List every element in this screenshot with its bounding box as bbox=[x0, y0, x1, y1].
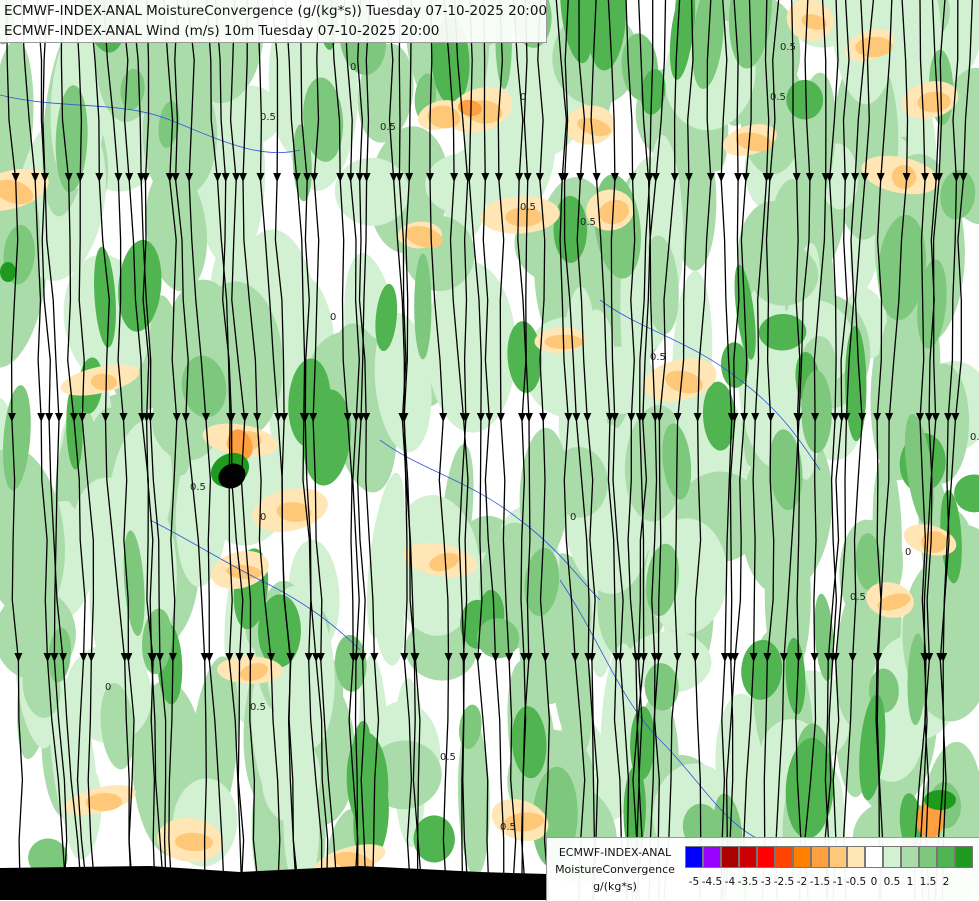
legend-tick-label: 0 bbox=[870, 876, 878, 888]
legend-tick-label: 0.5 bbox=[883, 876, 901, 888]
legend-swatch bbox=[847, 846, 865, 868]
legend-swatch bbox=[829, 846, 847, 868]
contour-label: 0.5 bbox=[650, 352, 666, 363]
legend-tick-label: -4.5 bbox=[701, 876, 723, 888]
legend-tick-label: -1 bbox=[832, 876, 844, 888]
legend-swatch bbox=[775, 846, 793, 868]
legend-swatch bbox=[757, 846, 775, 868]
contour-label: 0.5 bbox=[970, 432, 979, 443]
legend-swatch bbox=[901, 846, 919, 868]
legend-tick-label: -4 bbox=[724, 876, 736, 888]
contour-label: 0.5 bbox=[260, 112, 276, 123]
contour-label: 0.5 bbox=[440, 752, 456, 763]
legend-tick-label: -3 bbox=[760, 876, 772, 888]
contour-label: 0.5 bbox=[580, 217, 596, 228]
field-blob bbox=[924, 790, 956, 810]
moisture-convergence-map: 0 0.5 0.5 0 0.5 0.5 0 0.5 0.5 0 0.5 0.5 0 0.5 0.5 0 0.5 0… bbox=[0, 0, 979, 900]
legend-parameter: MoistureConvergence bbox=[555, 863, 675, 876]
legend-tick-label: 1 bbox=[906, 876, 914, 888]
contour-label: 0.5 bbox=[770, 92, 786, 103]
contour-label: 0.5 bbox=[520, 202, 536, 213]
contour-label: 0.5 bbox=[780, 42, 796, 53]
legend-swatch bbox=[937, 846, 955, 868]
legend-swatch bbox=[721, 846, 739, 868]
legend-tick-label: -2.5 bbox=[773, 876, 795, 888]
legend-tick-label: 1.5 bbox=[919, 876, 937, 888]
contour-label: 0.5 bbox=[190, 482, 206, 493]
contour-label: 0 bbox=[570, 512, 576, 523]
legend-swatch bbox=[739, 846, 757, 868]
legend-swatch bbox=[919, 846, 937, 868]
contour-label: 0 bbox=[260, 512, 266, 523]
legend-tick-label: 2 bbox=[942, 876, 950, 888]
legend-tick-label: -2 bbox=[796, 876, 808, 888]
contour-label: 0 bbox=[520, 92, 526, 103]
contour-label: 0.5 bbox=[850, 592, 866, 603]
contour-label: 0.5 bbox=[380, 122, 396, 133]
color-legend: ECMWF-INDEX-ANAL MoistureConvergence g/(… bbox=[546, 837, 979, 901]
legend-swatch bbox=[865, 846, 883, 868]
legend-swatch bbox=[955, 846, 973, 868]
legend-swatch bbox=[793, 846, 811, 868]
legend-tick-label: -0.5 bbox=[845, 876, 867, 888]
legend-swatch bbox=[703, 846, 721, 868]
contour-label: 0 bbox=[905, 547, 911, 558]
map-title-box: ECMWF-INDEX-ANAL MoistureConvergence (g/… bbox=[0, 0, 547, 43]
contour-label: 0.5 bbox=[250, 702, 266, 713]
legend-swatch bbox=[685, 846, 703, 868]
field-blob bbox=[414, 253, 432, 360]
contour-label: 0.5 bbox=[500, 822, 516, 833]
title-moisture-convergence: ECMWF-INDEX-ANAL MoistureConvergence (g/… bbox=[4, 3, 548, 19]
contour-label: 0 bbox=[105, 682, 111, 693]
legend-swatch bbox=[811, 846, 829, 868]
legend-tick-label: -5 bbox=[688, 876, 700, 888]
contour-label: 0 bbox=[350, 62, 356, 73]
contour-label: 0 bbox=[330, 312, 336, 323]
legend-swatches bbox=[685, 846, 973, 868]
field-blob bbox=[0, 262, 16, 282]
legend-swatch bbox=[883, 846, 901, 868]
legend-units: g/(kg*s) bbox=[593, 880, 637, 893]
title-wind: ECMWF-INDEX-ANAL Wind (m/s) 10m Tuesday … bbox=[4, 23, 440, 39]
legend-source: ECMWF-INDEX-ANAL bbox=[558, 846, 672, 859]
legend-tick-label: -3.5 bbox=[737, 876, 759, 888]
legend-tick-label: -1.5 bbox=[809, 876, 831, 888]
